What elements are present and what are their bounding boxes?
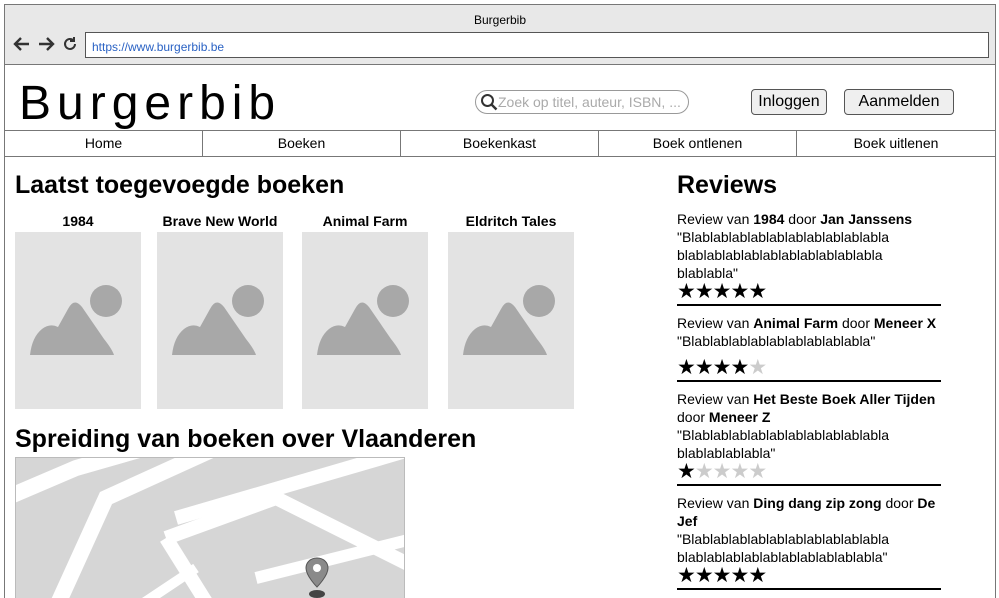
star-icon: ★ bbox=[712, 460, 732, 483]
review-prefix: Review van bbox=[677, 495, 754, 511]
image-placeholder-icon bbox=[30, 285, 122, 355]
window-title: Burgerbib bbox=[473, 13, 527, 27]
review-text: "Blablablablablablablablablabla" bbox=[677, 333, 876, 349]
menu-item-boeken[interactable]: Boeken bbox=[203, 131, 401, 156]
review-text-block: Review van Animal Farm door Meneer X "Bl… bbox=[677, 314, 941, 350]
review-book-link[interactable]: 1984 bbox=[753, 211, 784, 227]
image-placeholder-icon bbox=[463, 285, 555, 355]
star-icon: ★ bbox=[748, 280, 767, 303]
star-icon: ★ bbox=[677, 280, 696, 303]
book-title[interactable]: Brave New World bbox=[157, 210, 283, 232]
star-icon: ★ bbox=[694, 356, 714, 379]
star-icon: ★ bbox=[730, 564, 749, 587]
map-graphic bbox=[16, 458, 404, 598]
book-title[interactable]: Eldritch Tales bbox=[448, 210, 574, 232]
star-rating: ★★★★★ bbox=[677, 280, 941, 303]
star-icon: ★ bbox=[694, 280, 714, 303]
book-card[interactable]: 1984 bbox=[15, 210, 141, 409]
map-pin-icon[interactable] bbox=[305, 557, 329, 598]
review-book-link[interactable]: Ding dang zip zong bbox=[753, 495, 881, 511]
star-icon: ★ bbox=[694, 564, 714, 587]
search-placeholder: Zoek op titel, auteur, ISBN, ... bbox=[498, 94, 681, 110]
login-button[interactable]: Inloggen bbox=[751, 89, 827, 115]
browser-nav bbox=[13, 35, 79, 53]
reviews-heading: Reviews bbox=[677, 171, 778, 199]
image-placeholder-icon bbox=[317, 285, 409, 355]
reload-icon[interactable] bbox=[61, 35, 79, 53]
book-card[interactable]: Brave New World bbox=[157, 210, 283, 409]
main-menu: Home Boeken Boekenkast Boek ontlenen Boe… bbox=[5, 130, 995, 157]
book-card[interactable]: Animal Farm bbox=[302, 210, 428, 409]
star-icon: ★ bbox=[730, 356, 749, 379]
search-icon bbox=[481, 94, 498, 111]
review-author-link[interactable]: Jan Janssens bbox=[820, 211, 912, 227]
review-prefix: Review van bbox=[677, 315, 754, 331]
star-icon: ★ bbox=[748, 460, 767, 483]
latest-books-heading: Laatst toegevoegde boeken bbox=[15, 171, 345, 199]
star-icon: ★ bbox=[730, 280, 749, 303]
signup-button[interactable]: Aanmelden bbox=[844, 89, 954, 115]
forward-icon[interactable] bbox=[37, 35, 55, 53]
map[interactable] bbox=[15, 457, 405, 598]
book-cover[interactable] bbox=[157, 232, 283, 409]
review-text-block: Review van 1984 door Jan Janssens "Blabl… bbox=[677, 210, 941, 282]
star-icon: ★ bbox=[712, 280, 732, 303]
menu-item-boek-uitlenen[interactable]: Boek uitlenen bbox=[797, 131, 995, 156]
review-item: Review van Ding dang zip zong door De Je… bbox=[677, 494, 941, 590]
review-mid: door bbox=[838, 315, 874, 331]
review-text-block: Review van Ding dang zip zong door De Je… bbox=[677, 494, 941, 566]
review-mid: door bbox=[784, 211, 821, 227]
review-mid: door bbox=[677, 409, 709, 425]
review-prefix: Review van bbox=[677, 211, 754, 227]
star-rating: ★★★★★ bbox=[677, 460, 941, 483]
image-placeholder-icon bbox=[172, 285, 264, 355]
menu-item-boek-ontlenen[interactable]: Boek ontlenen bbox=[599, 131, 797, 156]
review-author-link[interactable]: Meneer X bbox=[874, 315, 936, 331]
url-bar[interactable]: https://www.burgerbib.be bbox=[85, 32, 989, 58]
book-cover[interactable] bbox=[448, 232, 574, 409]
browser-window: Burgerbib https://www.burgerbib.be Burge… bbox=[4, 4, 996, 598]
menu-item-home[interactable]: Home bbox=[5, 131, 203, 156]
review-mid: door bbox=[881, 495, 918, 511]
book-cover[interactable] bbox=[302, 232, 428, 409]
star-icon: ★ bbox=[694, 460, 714, 483]
review-item: Review van Animal Farm door Meneer X "Bl… bbox=[677, 314, 941, 382]
star-icon: ★ bbox=[677, 356, 696, 379]
review-item: Review van Het Beste Boek Aller Tijden d… bbox=[677, 390, 941, 486]
book-title[interactable]: 1984 bbox=[15, 210, 141, 232]
review-text-block: Review van Het Beste Boek Aller Tijden d… bbox=[677, 390, 941, 462]
star-icon: ★ bbox=[748, 564, 767, 587]
review-author-link[interactable]: Meneer Z bbox=[709, 409, 770, 425]
search-input[interactable]: Zoek op titel, auteur, ISBN, ... bbox=[475, 90, 689, 114]
back-icon[interactable] bbox=[13, 35, 31, 53]
star-icon: ★ bbox=[748, 356, 767, 379]
book-card[interactable]: Eldritch Tales bbox=[448, 210, 574, 409]
review-text: "Blablablablablablablablablablabla blabl… bbox=[677, 229, 890, 281]
star-rating: ★★★★★ bbox=[677, 356, 941, 379]
site-logo[interactable]: Burgerbib bbox=[19, 76, 281, 131]
star-icon: ★ bbox=[677, 460, 696, 483]
review-prefix: Review van bbox=[677, 391, 754, 407]
review-book-link[interactable]: Het Beste Boek Aller Tijden bbox=[753, 391, 935, 407]
book-title[interactable]: Animal Farm bbox=[302, 210, 428, 232]
browser-chrome: Burgerbib https://www.burgerbib.be bbox=[5, 5, 995, 65]
book-cover[interactable] bbox=[15, 232, 141, 409]
star-icon: ★ bbox=[730, 460, 749, 483]
reviews-list: Review van 1984 door Jan Janssens "Blabl… bbox=[677, 210, 941, 598]
review-text: "Blablablablablablablablablablabla blabl… bbox=[677, 531, 890, 565]
review-book-link[interactable]: Animal Farm bbox=[753, 315, 838, 331]
review-item: Review van 1984 door Jan Janssens "Blabl… bbox=[677, 210, 941, 306]
site-header: Burgerbib Zoek op titel, auteur, ISBN, .… bbox=[5, 66, 995, 130]
review-text: "Blablablablablablablablablablabla blabl… bbox=[677, 427, 890, 461]
star-icon: ★ bbox=[677, 564, 696, 587]
spread-heading: Spreiding van boeken over Vlaanderen bbox=[15, 425, 477, 453]
star-icon: ★ bbox=[712, 356, 732, 379]
star-rating: ★★★★★ bbox=[677, 564, 941, 587]
menu-item-boekenkast[interactable]: Boekenkast bbox=[401, 131, 599, 156]
star-icon: ★ bbox=[712, 564, 732, 587]
